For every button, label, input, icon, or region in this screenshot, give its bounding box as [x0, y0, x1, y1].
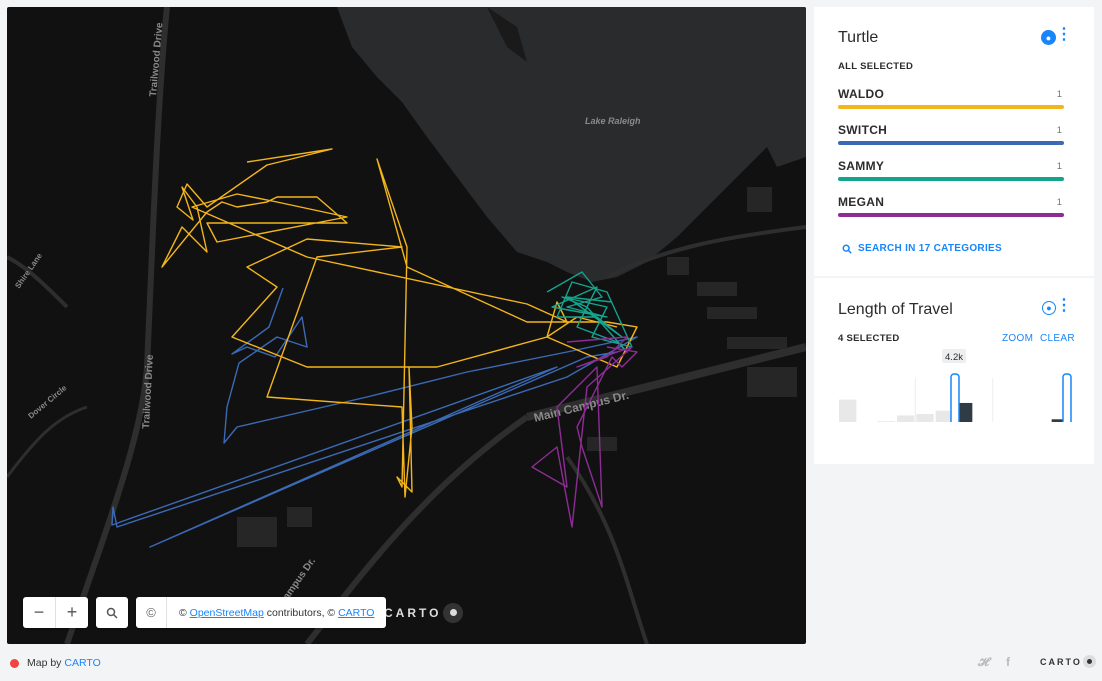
building — [667, 257, 689, 275]
category-count: 1 — [1056, 161, 1062, 172]
road-lower-right — [565, 455, 649, 644]
map-by-label: Map by CARTO — [27, 657, 101, 669]
category-count: 1 — [1056, 89, 1062, 100]
category-name: MEGAN — [838, 195, 885, 209]
road-far-left — [7, 405, 88, 478]
category-count: 1 — [1056, 125, 1062, 136]
category-item-waldo[interactable]: WALDO 1 — [838, 87, 1064, 109]
search-icon — [106, 607, 118, 619]
category-count: 1 — [1056, 197, 1062, 208]
zoom-control: − + — [23, 597, 88, 628]
widget-menu-icon[interactable]: ⋮ — [1056, 27, 1072, 43]
histogram-handle-low[interactable] — [950, 373, 960, 422]
carto-footer-logo[interactable]: CARTO — [1040, 655, 1096, 668]
carto-watermark: CARTO — [384, 597, 464, 628]
zoom-out-button[interactable]: − — [23, 597, 55, 628]
histogram-chart[interactable]: 02.8k5.6k4.2k8.4k — [838, 344, 1078, 422]
histogram-bar[interactable] — [877, 421, 895, 422]
osm-link[interactable]: OpenStreetMap — [190, 607, 264, 619]
footer: Map by CARTO 𝓗 f CARTO — [0, 650, 1102, 681]
map-search-button[interactable] — [96, 597, 128, 628]
building — [697, 282, 737, 296]
twitter-icon[interactable]: 𝓗 — [978, 655, 989, 670]
category-name: SWITCH — [838, 123, 888, 137]
selection-status: ALL SELECTED — [838, 61, 914, 72]
length-of-travel-widget: Length of Travel ● ⋮ 4 SELECTED ZOOM CLE… — [814, 278, 1094, 464]
widget-title: Turtle — [838, 29, 879, 46]
building — [747, 367, 797, 397]
search-icon — [842, 244, 852, 254]
building — [237, 517, 277, 547]
label-dover-circle: Dover Circle — [27, 383, 69, 421]
road-trailwood — [64, 7, 170, 644]
category-item-sammy[interactable]: SAMMY 1 — [838, 159, 1064, 181]
lake-raleigh — [337, 7, 806, 282]
zoom-button[interactable]: ZOOM — [1002, 333, 1033, 344]
carto-link[interactable]: CARTO — [64, 657, 100, 669]
category-item-megan[interactable]: MEGAN 1 — [838, 195, 1064, 217]
color-drop-icon[interactable]: ● — [1042, 301, 1056, 315]
zoom-in-button[interactable]: + — [56, 597, 88, 628]
carto-dot-icon — [10, 658, 19, 668]
histogram-bar[interactable] — [897, 415, 915, 422]
histogram-bar[interactable] — [916, 414, 934, 422]
turtle-widget: Turtle ● ⋮ ALL SELECTED WALDO 1 SWITCH 1… — [814, 7, 1094, 276]
label-lake-raleigh: Lake Raleigh — [585, 116, 641, 126]
footer-brand: Map by CARTO — [10, 657, 101, 669]
category-item-switch[interactable]: SWITCH 1 — [838, 123, 1064, 145]
widget-title: Length of Travel — [838, 301, 953, 318]
facebook-icon[interactable]: f — [1006, 655, 1010, 669]
carto-footer-text: CARTO — [1040, 656, 1082, 667]
building — [287, 507, 312, 527]
attribution-toggle[interactable]: © — [136, 597, 167, 628]
histogram-range-low-label: 4.2k — [945, 352, 963, 363]
category-bar — [838, 141, 1064, 145]
category-name: SAMMY — [838, 159, 885, 173]
category-bar — [838, 105, 1064, 109]
map-canvas[interactable]: Lake Raleigh Trailwood Drive Trailwood D… — [7, 7, 806, 644]
selection-status: 4 SELECTED — [838, 333, 900, 344]
carto-watermark-text: CARTO — [384, 605, 442, 620]
building — [587, 437, 617, 451]
carto-attribution-link[interactable]: CARTO — [338, 607, 374, 619]
building — [727, 337, 787, 349]
building — [747, 187, 772, 212]
carto-logo-icon — [1082, 655, 1096, 668]
attribution-prefix: © — [179, 606, 187, 619]
search-categories-label: SEARCH IN 17 CATEGORIES — [858, 243, 1002, 254]
map-controls: − + © © OpenStreetMap contributors, © CA… — [23, 597, 387, 628]
label-shire-lane: Shire Lane — [13, 251, 44, 290]
building — [707, 307, 757, 319]
category-name: WALDO — [838, 87, 885, 101]
carto-logo-icon — [443, 602, 464, 623]
histogram-handle-high[interactable] — [1062, 373, 1072, 422]
category-bar — [838, 213, 1064, 217]
color-drop-icon[interactable]: ● — [1041, 30, 1056, 45]
attribution-middle: contributors, © — [266, 606, 336, 619]
map-basemap: Lake Raleigh Trailwood Drive Trailwood D… — [7, 7, 806, 644]
label-trailwood-2: Trailwood Drive — [141, 354, 156, 429]
category-bar — [838, 177, 1064, 181]
track-megan — [531, 336, 638, 528]
clear-button[interactable]: CLEAR — [1040, 333, 1075, 344]
attribution: © © OpenStreetMap contributors, © CARTO — [136, 597, 387, 628]
widget-menu-icon[interactable]: ⋮ — [1056, 298, 1072, 314]
histogram-bar[interactable] — [839, 399, 857, 422]
search-categories-link[interactable]: SEARCH IN 17 CATEGORIES — [842, 243, 1002, 254]
